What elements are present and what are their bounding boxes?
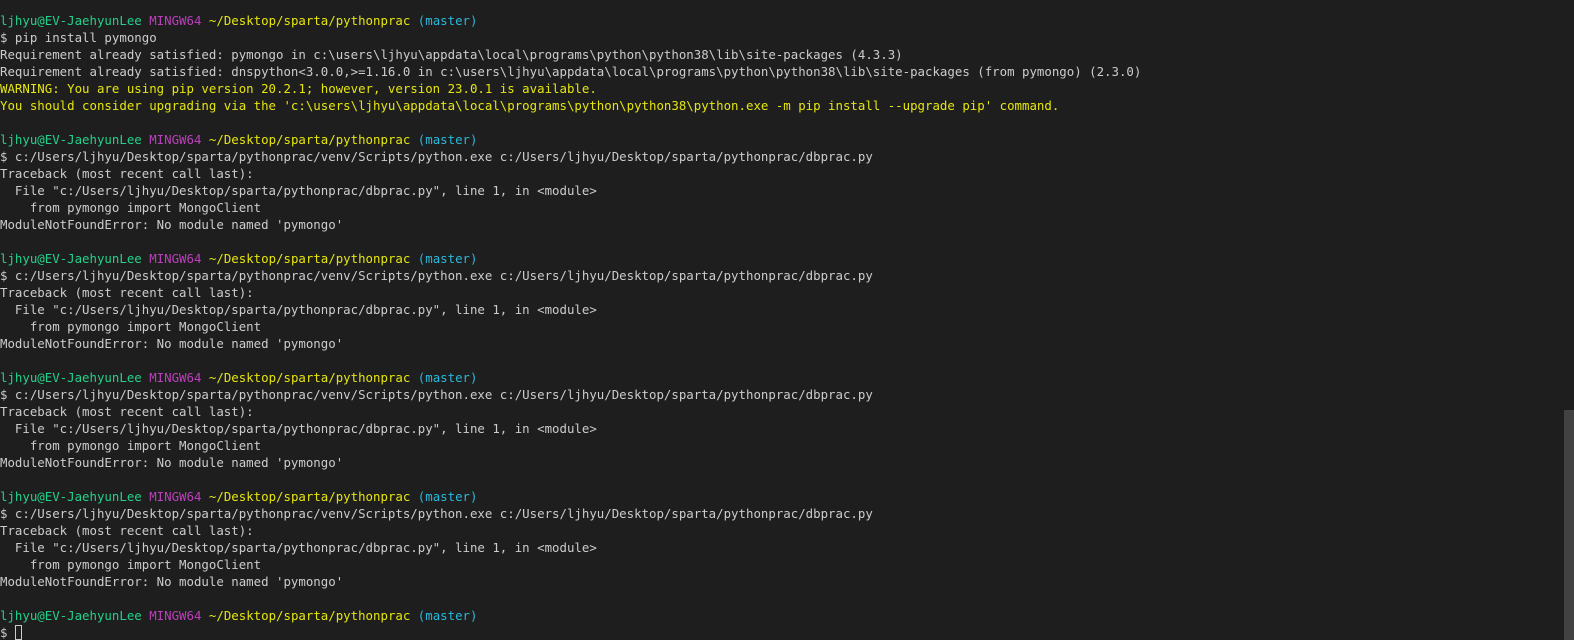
- prompt-branch: (master): [417, 370, 478, 385]
- output-text: File "c:/Users/ljhyu/Desktop/sparta/pyth…: [0, 302, 597, 317]
- prompt-user-host: ljhyu@EV-JaehyunLee: [0, 370, 142, 385]
- output-line: from pymongo import MongoClient: [0, 199, 1560, 216]
- warning-text: WARNING: You are using pip version 20.2.…: [0, 81, 597, 96]
- prompt-branch: (master): [417, 132, 478, 147]
- output-text: $ c:/Users/ljhyu/Desktop/sparta/pythonpr…: [0, 387, 873, 402]
- prompt-user-host: ljhyu@EV-JaehyunLee: [0, 132, 142, 147]
- output-line: Traceback (most recent call last):: [0, 522, 1560, 539]
- prompt-shell: MINGW64: [149, 251, 202, 266]
- input-prompt-symbol: $: [0, 625, 15, 640]
- prompt-user-host: ljhyu@EV-JaehyunLee: [0, 608, 142, 623]
- output-line: $ c:/Users/ljhyu/Desktop/sparta/pythonpr…: [0, 505, 1560, 522]
- output-text: $ pip install pymongo: [0, 30, 157, 45]
- output-line: File "c:/Users/ljhyu/Desktop/sparta/pyth…: [0, 182, 1560, 199]
- output-text: ModuleNotFoundError: No module named 'py…: [0, 336, 344, 351]
- prompt-user-host: ljhyu@EV-JaehyunLee: [0, 13, 142, 28]
- prompt-path: ~/Desktop/sparta/pythonprac: [208, 489, 411, 504]
- output-text: ModuleNotFoundError: No module named 'py…: [0, 455, 344, 470]
- text-cursor[interactable]: [14, 625, 22, 640]
- output-text: ModuleNotFoundError: No module named 'py…: [0, 217, 344, 232]
- output-text: from pymongo import MongoClient: [0, 438, 262, 453]
- prompt-line: ljhyu@EV-JaehyunLee MINGW64 ~/Desktop/sp…: [0, 607, 1560, 624]
- output-text: $ c:/Users/ljhyu/Desktop/sparta/pythonpr…: [0, 506, 873, 521]
- output-line: ModuleNotFoundError: No module named 'py…: [0, 573, 1560, 590]
- warning-line: You should consider upgrading via the 'c…: [0, 97, 1560, 114]
- prompt-line: ljhyu@EV-JaehyunLee MINGW64 ~/Desktop/sp…: [0, 369, 1560, 386]
- prompt-shell: MINGW64: [149, 132, 202, 147]
- prompt-path: ~/Desktop/sparta/pythonprac: [208, 251, 411, 266]
- prompt-path: ~/Desktop/sparta/pythonprac: [208, 370, 411, 385]
- output-text: Requirement already satisfied: dnspython…: [0, 64, 1142, 79]
- output-text: Requirement already satisfied: pymongo i…: [0, 47, 903, 62]
- prompt-user-host: ljhyu@EV-JaehyunLee: [0, 489, 142, 504]
- output-line: Requirement already satisfied: dnspython…: [0, 63, 1560, 80]
- prompt-path: ~/Desktop/sparta/pythonprac: [208, 132, 411, 147]
- prompt-branch: (master): [417, 13, 478, 28]
- output-line: Traceback (most recent call last):: [0, 403, 1560, 420]
- output-line: $ c:/Users/ljhyu/Desktop/sparta/pythonpr…: [0, 148, 1560, 165]
- output-text: File "c:/Users/ljhyu/Desktop/sparta/pyth…: [0, 421, 597, 436]
- input-line[interactable]: $: [0, 624, 1560, 640]
- prompt-path: ~/Desktop/sparta/pythonprac: [208, 13, 411, 28]
- prompt-line: ljhyu@EV-JaehyunLee MINGW64 ~/Desktop/sp…: [0, 488, 1560, 505]
- output-line: File "c:/Users/ljhyu/Desktop/sparta/pyth…: [0, 301, 1560, 318]
- prompt-path: ~/Desktop/sparta/pythonprac: [208, 608, 411, 623]
- output-text: $ c:/Users/ljhyu/Desktop/sparta/pythonpr…: [0, 268, 873, 283]
- output-line: Requirement already satisfied: pymongo i…: [0, 46, 1560, 63]
- output-line: ModuleNotFoundError: No module named 'py…: [0, 335, 1560, 352]
- terminal-window[interactable]: ljhyu@EV-JaehyunLee MINGW64 ~/Desktop/sp…: [0, 0, 1574, 640]
- prompt-branch: (master): [417, 489, 478, 504]
- scrollbar-track[interactable]: [1564, 0, 1574, 640]
- output-text: Traceback (most recent call last):: [0, 285, 254, 300]
- output-text: from pymongo import MongoClient: [0, 319, 262, 334]
- output-line: ModuleNotFoundError: No module named 'py…: [0, 216, 1560, 233]
- prompt-shell: MINGW64: [149, 608, 202, 623]
- output-line: $ pip install pymongo: [0, 29, 1560, 46]
- output-text: File "c:/Users/ljhyu/Desktop/sparta/pyth…: [0, 540, 597, 555]
- prompt-branch: (master): [417, 251, 478, 266]
- output-text: Traceback (most recent call last):: [0, 404, 254, 419]
- prompt-line: ljhyu@EV-JaehyunLee MINGW64 ~/Desktop/sp…: [0, 12, 1560, 29]
- terminal-output: ljhyu@EV-JaehyunLee MINGW64 ~/Desktop/sp…: [0, 12, 1560, 640]
- output-line: $ c:/Users/ljhyu/Desktop/sparta/pythonpr…: [0, 267, 1560, 284]
- scrollbar-thumb[interactable]: [1564, 410, 1574, 640]
- output-text: from pymongo import MongoClient: [0, 200, 262, 215]
- output-line: from pymongo import MongoClient: [0, 437, 1560, 454]
- output-line: from pymongo import MongoClient: [0, 556, 1560, 573]
- output-line: File "c:/Users/ljhyu/Desktop/sparta/pyth…: [0, 420, 1560, 437]
- prompt-user-host: ljhyu@EV-JaehyunLee: [0, 251, 142, 266]
- output-line: Traceback (most recent call last):: [0, 165, 1560, 182]
- output-line: $ c:/Users/ljhyu/Desktop/sparta/pythonpr…: [0, 386, 1560, 403]
- output-text: File "c:/Users/ljhyu/Desktop/sparta/pyth…: [0, 183, 597, 198]
- output-text: Traceback (most recent call last):: [0, 166, 254, 181]
- prompt-shell: MINGW64: [149, 489, 202, 504]
- output-text: ModuleNotFoundError: No module named 'py…: [0, 574, 344, 589]
- prompt-shell: MINGW64: [149, 370, 202, 385]
- warning-text: You should consider upgrading via the 'c…: [0, 98, 1060, 113]
- output-line: ModuleNotFoundError: No module named 'py…: [0, 454, 1560, 471]
- output-text: from pymongo import MongoClient: [0, 557, 262, 572]
- warning-line: WARNING: You are using pip version 20.2.…: [0, 80, 1560, 97]
- output-line: from pymongo import MongoClient: [0, 318, 1560, 335]
- output-line: File "c:/Users/ljhyu/Desktop/sparta/pyth…: [0, 539, 1560, 556]
- prompt-line: ljhyu@EV-JaehyunLee MINGW64 ~/Desktop/sp…: [0, 131, 1560, 148]
- prompt-branch: (master): [417, 608, 478, 623]
- output-text: $ c:/Users/ljhyu/Desktop/sparta/pythonpr…: [0, 149, 873, 164]
- output-text: Traceback (most recent call last):: [0, 523, 254, 538]
- output-line: Traceback (most recent call last):: [0, 284, 1560, 301]
- prompt-shell: MINGW64: [149, 13, 202, 28]
- prompt-line: ljhyu@EV-JaehyunLee MINGW64 ~/Desktop/sp…: [0, 250, 1560, 267]
